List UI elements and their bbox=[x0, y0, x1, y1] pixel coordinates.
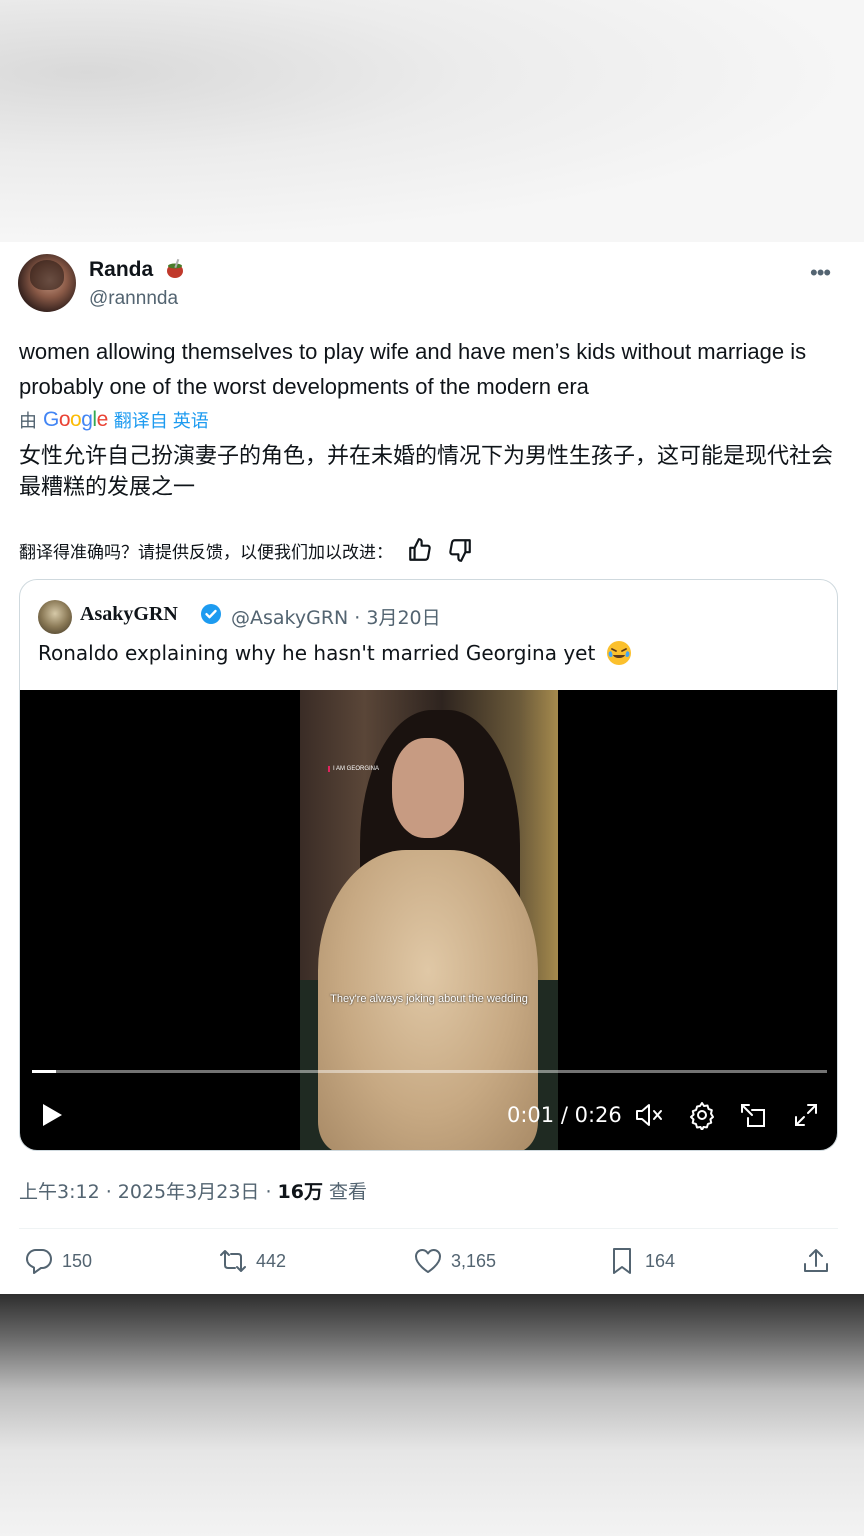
actions-divider bbox=[19, 1228, 838, 1229]
video-time: 0:01 / 0:26 bbox=[507, 1103, 622, 1127]
video-progress-track[interactable] bbox=[32, 1070, 827, 1073]
thumbs-up-icon[interactable] bbox=[407, 537, 433, 563]
video-overlay-tag: I AM GEORGINA bbox=[328, 766, 379, 772]
heart-icon bbox=[415, 1249, 441, 1273]
quote-text-content: Ronaldo explaining why he hasn't married… bbox=[38, 641, 596, 665]
share-icon bbox=[804, 1249, 828, 1272]
tweet-card: Randa @rannnda ••• women allowing themse… bbox=[0, 242, 864, 1294]
retweet-icon bbox=[220, 1250, 246, 1272]
laughing-crying-emoji-icon bbox=[606, 641, 631, 665]
thumbs-down-icon[interactable] bbox=[447, 537, 473, 563]
tweet-timestamp[interactable]: 上午3:12 · 2025年3月23日 · bbox=[19, 1181, 278, 1203]
retweet-button[interactable]: 442 bbox=[218, 1246, 286, 1276]
verified-badge-icon bbox=[201, 604, 221, 624]
translate-prefix: 由 bbox=[19, 411, 37, 431]
picture-in-picture-icon[interactable] bbox=[738, 1100, 768, 1130]
video-subtitle: They're always joking about the wedding bbox=[330, 993, 528, 1005]
bookmark-button[interactable]: 164 bbox=[607, 1246, 675, 1276]
view-label: 查看 bbox=[322, 1181, 368, 1203]
settings-gear-icon[interactable] bbox=[687, 1100, 717, 1130]
view-count: 16万 bbox=[277, 1181, 323, 1203]
quoted-tweet[interactable]: AsakyGRN @AsakyGRN · 3月20日 Ronaldo expla… bbox=[19, 579, 838, 1151]
google-logo-icon: Google bbox=[43, 408, 108, 431]
translated-text: 女性允许自己扮演妻子的角色，并在未婚的情况下为男性生孩子，这可能是现代社会最糟糕… bbox=[19, 444, 834, 500]
fullscreen-icon[interactable] bbox=[791, 1100, 821, 1130]
share-button[interactable] bbox=[801, 1246, 831, 1276]
bookmark-count: 164 bbox=[645, 1250, 676, 1271]
translate-source-link[interactable]: 翻译自 英语 bbox=[114, 407, 209, 433]
video-player[interactable]: I AM GEORGINA They're always joking abou… bbox=[20, 690, 837, 1150]
background-bottom bbox=[0, 1294, 864, 1536]
feedback-prompt: 翻译得准确吗？请提供反馈，以便我们加以改进： bbox=[19, 542, 393, 563]
tweet-text: women allowing themselves to play wife a… bbox=[19, 339, 807, 399]
play-icon[interactable] bbox=[38, 1100, 66, 1130]
quote-author-name[interactable]: AsakyGRN bbox=[80, 603, 178, 626]
mute-icon[interactable] bbox=[633, 1100, 665, 1130]
author-avatar[interactable] bbox=[18, 254, 76, 312]
tweet-meta: 上午3:12 · 2025年3月23日 · 16万 查看 bbox=[19, 1177, 367, 1204]
more-options-icon[interactable]: ••• bbox=[810, 260, 831, 286]
reply-count: 150 bbox=[62, 1250, 93, 1271]
like-count: 3,165 bbox=[451, 1250, 497, 1271]
translation-attribution: 由 Google 翻译自 英语 bbox=[19, 406, 209, 434]
author-name[interactable]: Randa bbox=[89, 258, 153, 282]
background-top bbox=[0, 0, 864, 242]
video-frame: I AM GEORGINA They're always joking abou… bbox=[300, 690, 558, 1150]
video-scene-face bbox=[392, 738, 464, 838]
quote-text: Ronaldo explaining why he hasn't married… bbox=[38, 640, 632, 666]
retweet-count: 442 bbox=[256, 1250, 287, 1271]
mate-cup-icon bbox=[167, 258, 183, 278]
reply-button[interactable]: 150 bbox=[24, 1246, 92, 1276]
like-button[interactable]: 3,165 bbox=[413, 1246, 496, 1276]
translation-feedback: 翻译得准确吗？请提供反馈，以便我们加以改进： bbox=[19, 535, 473, 565]
quote-author-avatar[interactable] bbox=[38, 600, 72, 634]
bookmark-icon bbox=[613, 1248, 631, 1274]
video-progress-fill bbox=[32, 1070, 56, 1073]
author-handle[interactable]: @rannnda bbox=[89, 288, 178, 310]
reply-icon bbox=[26, 1249, 52, 1274]
quote-author-handle[interactable]: @AsakyGRN · 3月20日 bbox=[231, 603, 441, 630]
